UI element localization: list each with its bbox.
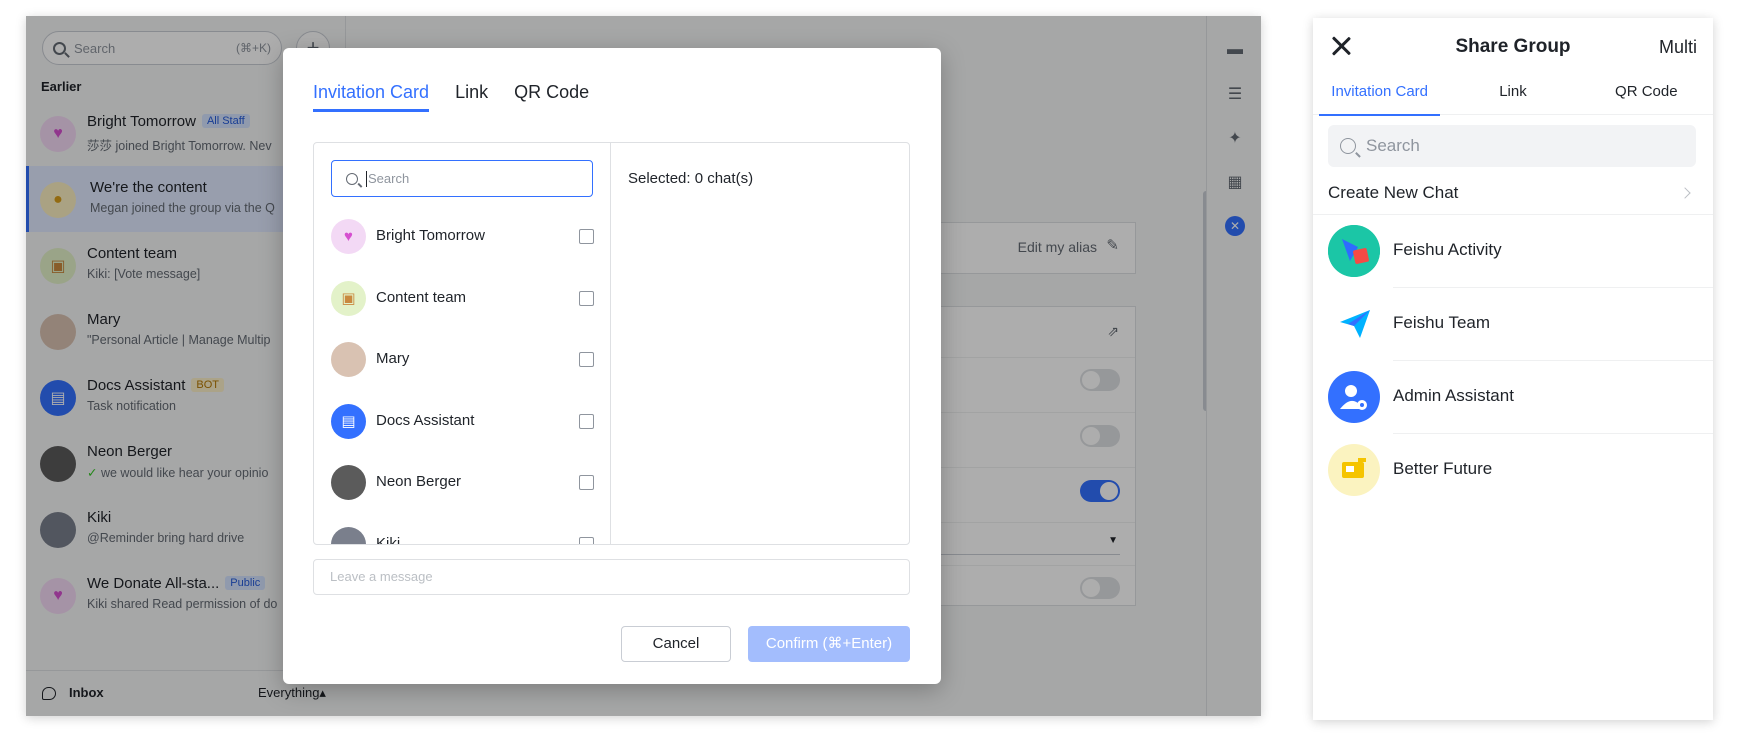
message-input[interactable]: Leave a message bbox=[313, 559, 910, 595]
chevron-right-icon bbox=[1679, 187, 1691, 199]
person-avatar bbox=[331, 342, 366, 377]
picker-row[interactable]: Mary bbox=[314, 336, 610, 398]
tab-invitation-card[interactable]: Invitation Card bbox=[1313, 73, 1446, 116]
search-icon bbox=[346, 172, 358, 185]
chat-name: Admin Assistant bbox=[1393, 386, 1514, 405]
contact-name: Docs Assistant bbox=[376, 411, 475, 429]
contact-name: Bright Tomorrow bbox=[376, 227, 485, 244]
contact-name: Content team bbox=[376, 288, 467, 306]
selected-count: Selected: 0 chat(s) bbox=[628, 170, 754, 187]
mobile-tabs: Invitation Card Link QR Code bbox=[1313, 73, 1713, 116]
mobile-chat-row[interactable]: Feishu Activity bbox=[1313, 215, 1713, 288]
picker-list: ♥ Bright Tomorrow ▣ Content team Mary ▤ … bbox=[314, 213, 610, 545]
feishu-activity-avatar bbox=[1328, 225, 1380, 277]
mobile-chat-list: Feishu Activity Feishu Team Admin Assist… bbox=[1313, 215, 1713, 507]
multi-select-button[interactable]: Multi bbox=[1659, 37, 1697, 58]
mobile-search-input[interactable]: Search bbox=[1328, 125, 1696, 167]
picker-row[interactable]: Neon Berger bbox=[314, 459, 610, 521]
mobile-chat-row[interactable]: Feishu Team bbox=[1313, 288, 1713, 361]
contact-name: Neon Berger bbox=[376, 473, 462, 490]
picker-search-placeholder: Search bbox=[368, 171, 410, 186]
tab-qr-code[interactable]: QR Code bbox=[514, 82, 589, 112]
admin-avatar-icon bbox=[1328, 371, 1380, 423]
create-new-chat-row[interactable]: Create New Chat bbox=[1313, 175, 1713, 215]
picker-search-input[interactable]: Search bbox=[331, 160, 593, 197]
mobile-chat-row[interactable]: Better Future bbox=[1313, 434, 1713, 507]
select-checkbox[interactable] bbox=[579, 475, 594, 490]
picker-row[interactable]: ▣ Content team bbox=[314, 275, 610, 337]
mobile-share-panel: Share Group Multi Invitation Card Link Q… bbox=[1313, 18, 1713, 720]
mobile-search-placeholder: Search bbox=[1366, 136, 1420, 155]
picker-row[interactable]: Kiki bbox=[314, 521, 610, 545]
panel-title: Share Group bbox=[1455, 36, 1571, 57]
chat-name: Better Future bbox=[1393, 459, 1493, 478]
picker-row[interactable]: ♥ Bright Tomorrow bbox=[314, 213, 610, 275]
confirm-button[interactable]: Confirm (⌘+Enter) bbox=[748, 626, 910, 662]
heart-avatar-icon: ♥ bbox=[331, 219, 366, 254]
tab-link[interactable]: Link bbox=[1446, 73, 1579, 114]
contact-name: Mary bbox=[376, 350, 410, 367]
mobile-chat-row[interactable]: Admin Assistant bbox=[1313, 361, 1713, 434]
tab-invitation-card[interactable]: Invitation Card bbox=[313, 82, 430, 112]
tab-qr-code[interactable]: QR Code bbox=[1580, 73, 1713, 114]
picker-list-pane: Search ♥ Bright Tomorrow ▣ Content team … bbox=[314, 143, 611, 544]
person-avatar bbox=[331, 526, 366, 544]
share-modal: Invitation Card Link QR Code Search ♥ Br… bbox=[283, 48, 941, 684]
select-checkbox[interactable] bbox=[579, 352, 594, 367]
tab-link[interactable]: Link bbox=[455, 82, 488, 112]
picker-row[interactable]: ▤ Docs Assistant bbox=[314, 398, 610, 460]
chat-picker: Search ♥ Bright Tomorrow ▣ Content team … bbox=[313, 142, 910, 545]
search-icon bbox=[1340, 138, 1356, 154]
select-checkbox[interactable] bbox=[579, 229, 594, 244]
select-checkbox[interactable] bbox=[579, 536, 594, 544]
chat-name: Feishu Team bbox=[1393, 313, 1491, 332]
person-avatar bbox=[331, 465, 366, 500]
create-new-chat-label: Create New Chat bbox=[1328, 183, 1459, 202]
select-checkbox[interactable] bbox=[579, 413, 594, 429]
select-checkbox[interactable] bbox=[579, 290, 594, 306]
better-future-avatar bbox=[1328, 444, 1380, 496]
chat-name: Feishu Activity bbox=[1393, 240, 1502, 259]
modal-tabs: Invitation Card Link QR Code bbox=[313, 82, 589, 112]
docs-avatar-icon: ▤ bbox=[331, 403, 366, 439]
cancel-button[interactable]: Cancel bbox=[621, 626, 731, 662]
paper-plane-icon bbox=[1328, 298, 1380, 350]
contact-name: Kiki bbox=[376, 534, 401, 545]
bag-avatar-icon: ▣ bbox=[331, 280, 366, 316]
